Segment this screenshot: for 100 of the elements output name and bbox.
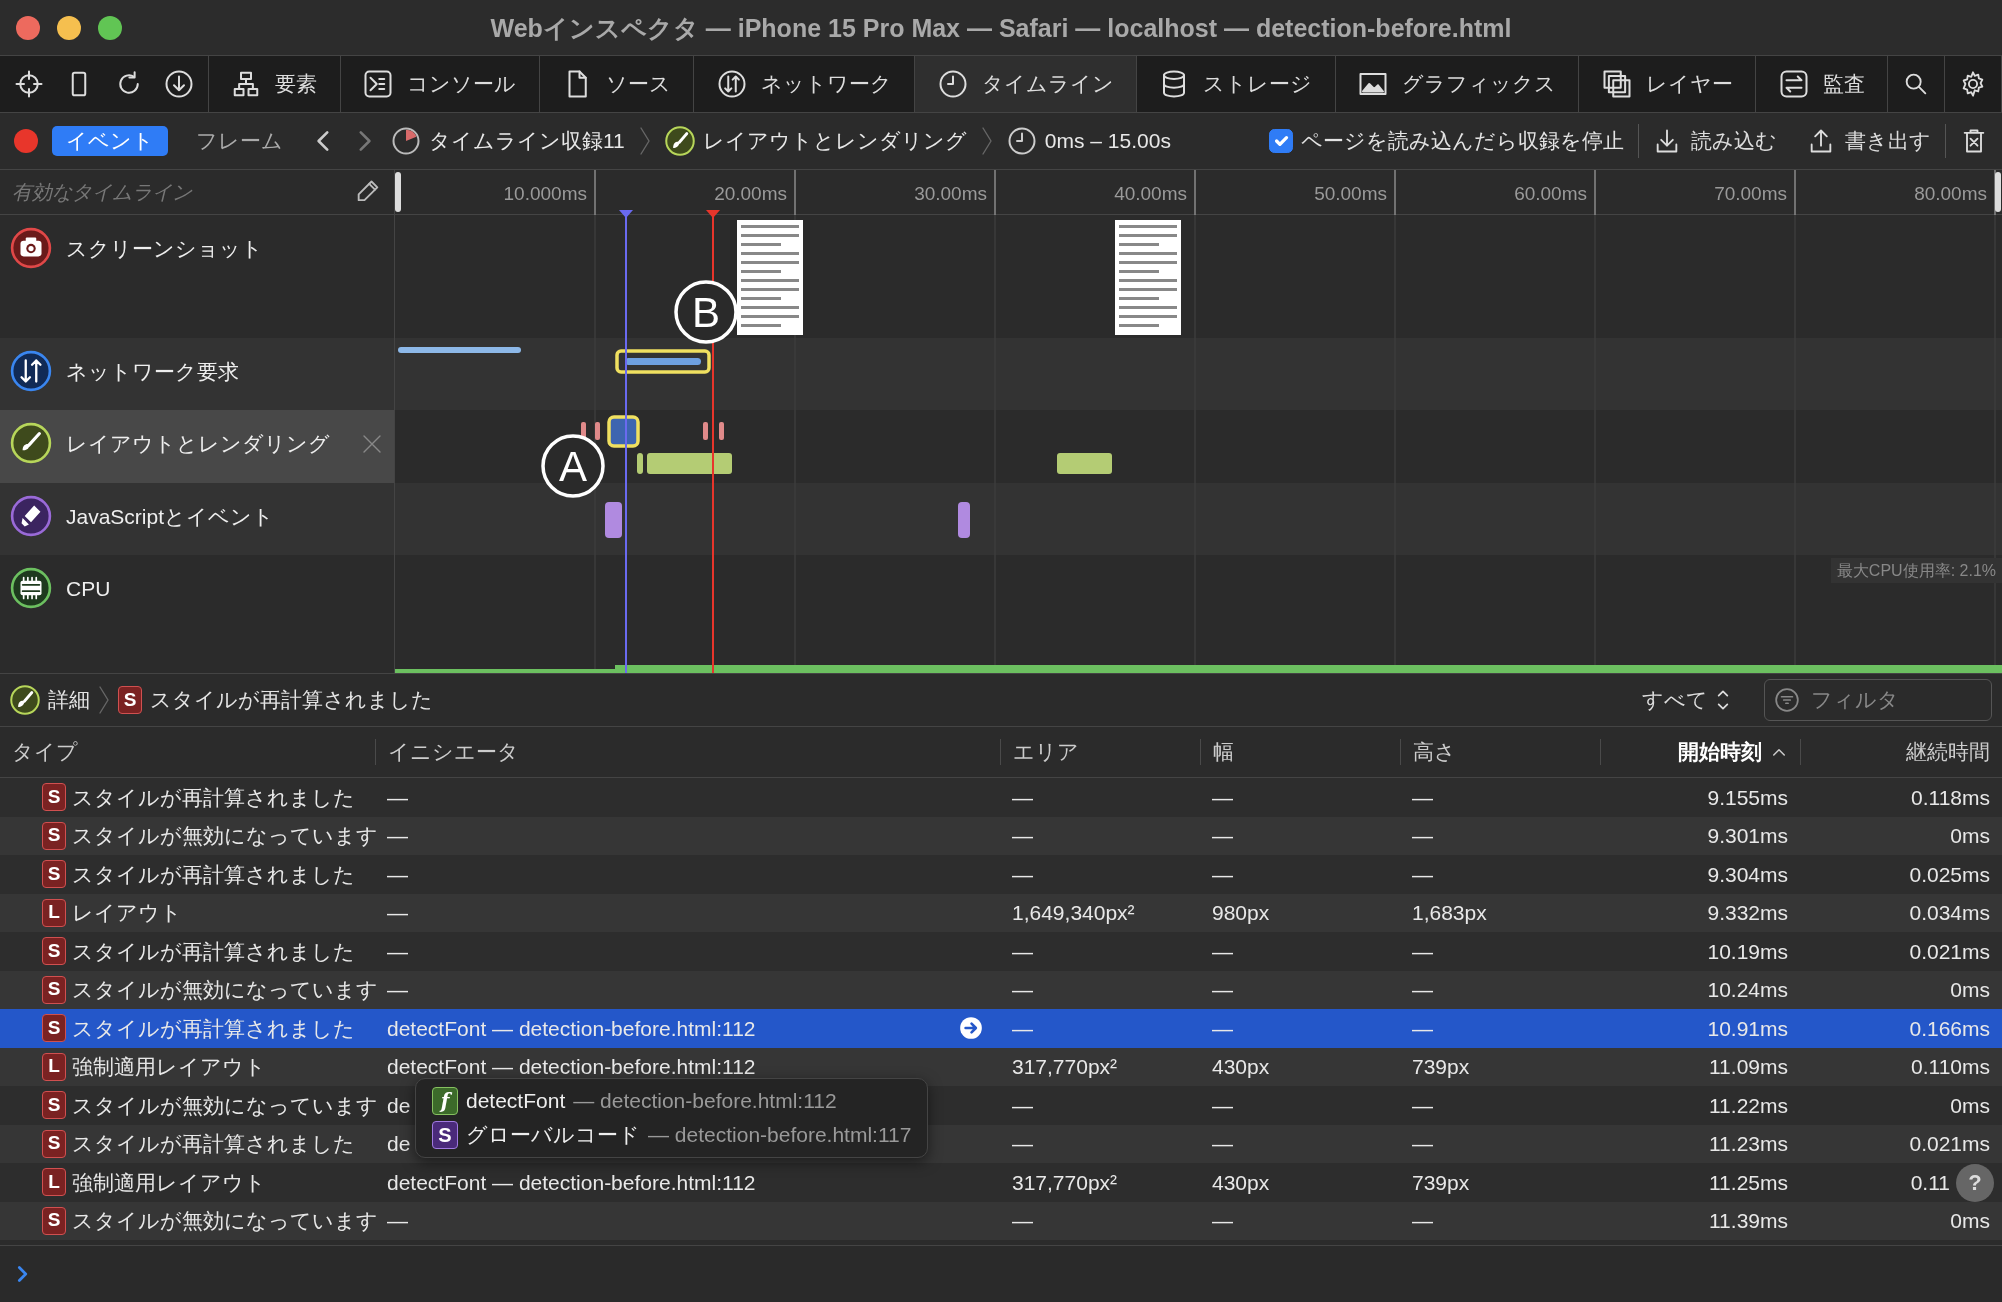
table-row[interactable]: S スタイルが再計算されました detectFont — detection-before.html:112 — — — 10.91ms 0.166ms	[0, 1009, 2002, 1048]
table-cell-text: —	[1411, 938, 1434, 964]
table-cell-text: —	[1411, 977, 1434, 1003]
ruler-tick-label: 10.000ms	[503, 183, 587, 204]
export-button[interactable]: 書き出す	[1807, 127, 1931, 155]
table-cell: スタイルが再計算されました	[72, 938, 355, 964]
table-cell-text: —	[1011, 977, 1034, 1003]
tab[interactable]: 要素	[209, 56, 341, 112]
tab[interactable]: グラフィックス	[1335, 56, 1580, 112]
type-badge: S	[42, 975, 66, 1004]
mode-tab[interactable]: イベント	[52, 126, 168, 156]
column-header[interactable]: 継続時間	[1800, 739, 2002, 765]
source-location[interactable]: — detection-before.html:112	[573, 1088, 837, 1114]
script-event-bar[interactable]	[958, 502, 970, 538]
breadcrumb-item[interactable]: タイムライン収録11	[429, 128, 625, 154]
column-header[interactable]: 高さ	[1400, 739, 1600, 765]
function-name[interactable]: グローバルコード	[466, 1122, 640, 1148]
table-cell-text: —	[1011, 1015, 1034, 1041]
screenshot-thumbnail[interactable]	[1115, 220, 1181, 335]
table-cell-text: —	[1211, 977, 1234, 1003]
table-cell-text: 10.24ms	[1706, 977, 1789, 1003]
table-cell-text: —	[1211, 1015, 1234, 1041]
tab[interactable]: 監査	[1756, 56, 1889, 112]
table-row[interactable]: S スタイルが無効になっています — — — — 9.301ms 0ms	[0, 816, 2002, 855]
brush-icon	[10, 422, 52, 464]
paint-event-bar[interactable]	[637, 453, 643, 474]
import-button[interactable]: 読み込む	[1653, 127, 1777, 155]
filter-field[interactable]: フィルタ	[1764, 679, 1992, 721]
minimize-window-button[interactable]	[57, 16, 81, 40]
download-icon[interactable]	[164, 69, 194, 99]
annotation-marker: A	[541, 434, 605, 498]
screenshot-thumbnail[interactable]	[737, 220, 803, 335]
type-badge: S	[118, 686, 142, 714]
range-handle[interactable]	[395, 172, 401, 212]
table-cell-text: 0ms	[1949, 1092, 1991, 1118]
breadcrumb-separator-icon	[98, 685, 110, 715]
scope-selector[interactable]: すべて	[1642, 687, 1730, 713]
table-cell-text: —	[1011, 784, 1034, 810]
zoom-window-button[interactable]	[98, 16, 122, 40]
table-cell: スタイルが再計算されました	[72, 861, 355, 887]
tab[interactable]: コンソール	[340, 56, 540, 112]
mode-tab[interactable]: フレーム	[182, 126, 297, 156]
table-cell: —	[387, 784, 408, 810]
stop-on-load-checkbox[interactable]	[1269, 129, 1293, 153]
type-badge: S	[42, 937, 66, 966]
track-label: JavaScriptとイベント	[66, 504, 275, 530]
track-row[interactable]: スクリーンショット	[0, 215, 394, 338]
track-row[interactable]: レイアウトとレンダリング	[0, 410, 394, 483]
breadcrumb-item[interactable]: レイアウトとレンダリング	[702, 128, 967, 154]
table-cell-text: 0.118ms	[1910, 784, 1991, 810]
filter-icon	[1774, 687, 1800, 713]
table-cell: de	[387, 1092, 411, 1118]
table-row[interactable]: L 強制適用レイアウト detectFont — detection-before.html:112 317,770px² 430px 739px 11.09ms 0.110ms	[0, 1047, 2002, 1086]
table-row[interactable]: S スタイルが無効になっています — — — — 10.24ms 0ms	[0, 970, 2002, 1009]
table-cell: —	[387, 1208, 408, 1234]
breadcrumb-separator-icon	[980, 125, 993, 157]
frame-type-badge: f	[432, 1087, 458, 1115]
function-name[interactable]: detectFont	[466, 1088, 566, 1114]
breadcrumb-item[interactable]: 0ms – 15.00s	[1044, 128, 1171, 154]
table-cell-text: —	[1211, 823, 1234, 849]
table-cell-text: 1,649,340px²	[1011, 900, 1136, 926]
column-header[interactable]: イニシエータ	[375, 739, 1000, 765]
tab[interactable]: レイヤー	[1579, 56, 1757, 112]
table-cell-text: —	[1411, 861, 1434, 887]
track-row[interactable]: CPU	[0, 555, 394, 673]
column-header[interactable]: エリア	[1000, 739, 1200, 765]
column-header[interactable]: 開始時刻	[1600, 739, 1800, 765]
record-button[interactable]	[14, 129, 38, 153]
table-cell-text: —	[1411, 1208, 1434, 1234]
range-handle[interactable]	[1995, 172, 2001, 212]
table-cell-text: —	[1211, 938, 1234, 964]
selected-event-mark[interactable]	[607, 415, 640, 448]
table-row[interactable]: S スタイルが無効になっています — — — — 11.39ms 0ms	[0, 1201, 2002, 1240]
tab[interactable]: ソース	[539, 56, 695, 112]
breadcrumb-item[interactable]: スタイルが再計算されました	[150, 687, 433, 713]
crosshair-icon[interactable]	[14, 69, 44, 99]
table-cell-text: —	[1411, 784, 1434, 810]
track-row[interactable]: JavaScriptとイベント	[0, 483, 394, 555]
table-cell-text: 11.09ms	[1708, 1054, 1789, 1080]
column-header[interactable]: 幅	[1200, 739, 1400, 765]
current-time-marker[interactable]	[619, 210, 633, 673]
table-cell-text: 0ms	[1949, 977, 1991, 1003]
table-row[interactable]: L レイアウト — 1,649,340px² 980px 1,683px 9.332ms 0.034ms	[0, 893, 2002, 932]
camera-icon	[10, 227, 52, 269]
source-location[interactable]: — detection-before.html:117	[648, 1122, 912, 1148]
breadcrumb-item[interactable]: 詳細	[48, 687, 90, 713]
column-header[interactable]: タイプ	[0, 739, 375, 765]
ruler-tick-label: 40.00ms	[1114, 183, 1187, 204]
console-icon	[363, 69, 394, 99]
close-window-button[interactable]	[16, 16, 40, 40]
table-cell-text: —	[1011, 1208, 1034, 1234]
timeline-filter-field[interactable]: 有効なタイムライン	[12, 180, 348, 204]
track-row[interactable]: ネットワーク要求	[0, 338, 394, 410]
table-cell: detectFont — detection-before.html:112	[387, 1015, 756, 1041]
table-cell-text: —	[1211, 784, 1234, 810]
tab[interactable]: ストレージ	[1136, 56, 1336, 112]
brush-icon	[10, 685, 40, 715]
table-cell: detectFont — detection-before.html:112	[387, 1169, 756, 1195]
tab[interactable]: タイムライン	[915, 56, 1137, 112]
table-cell: de	[387, 1131, 411, 1157]
